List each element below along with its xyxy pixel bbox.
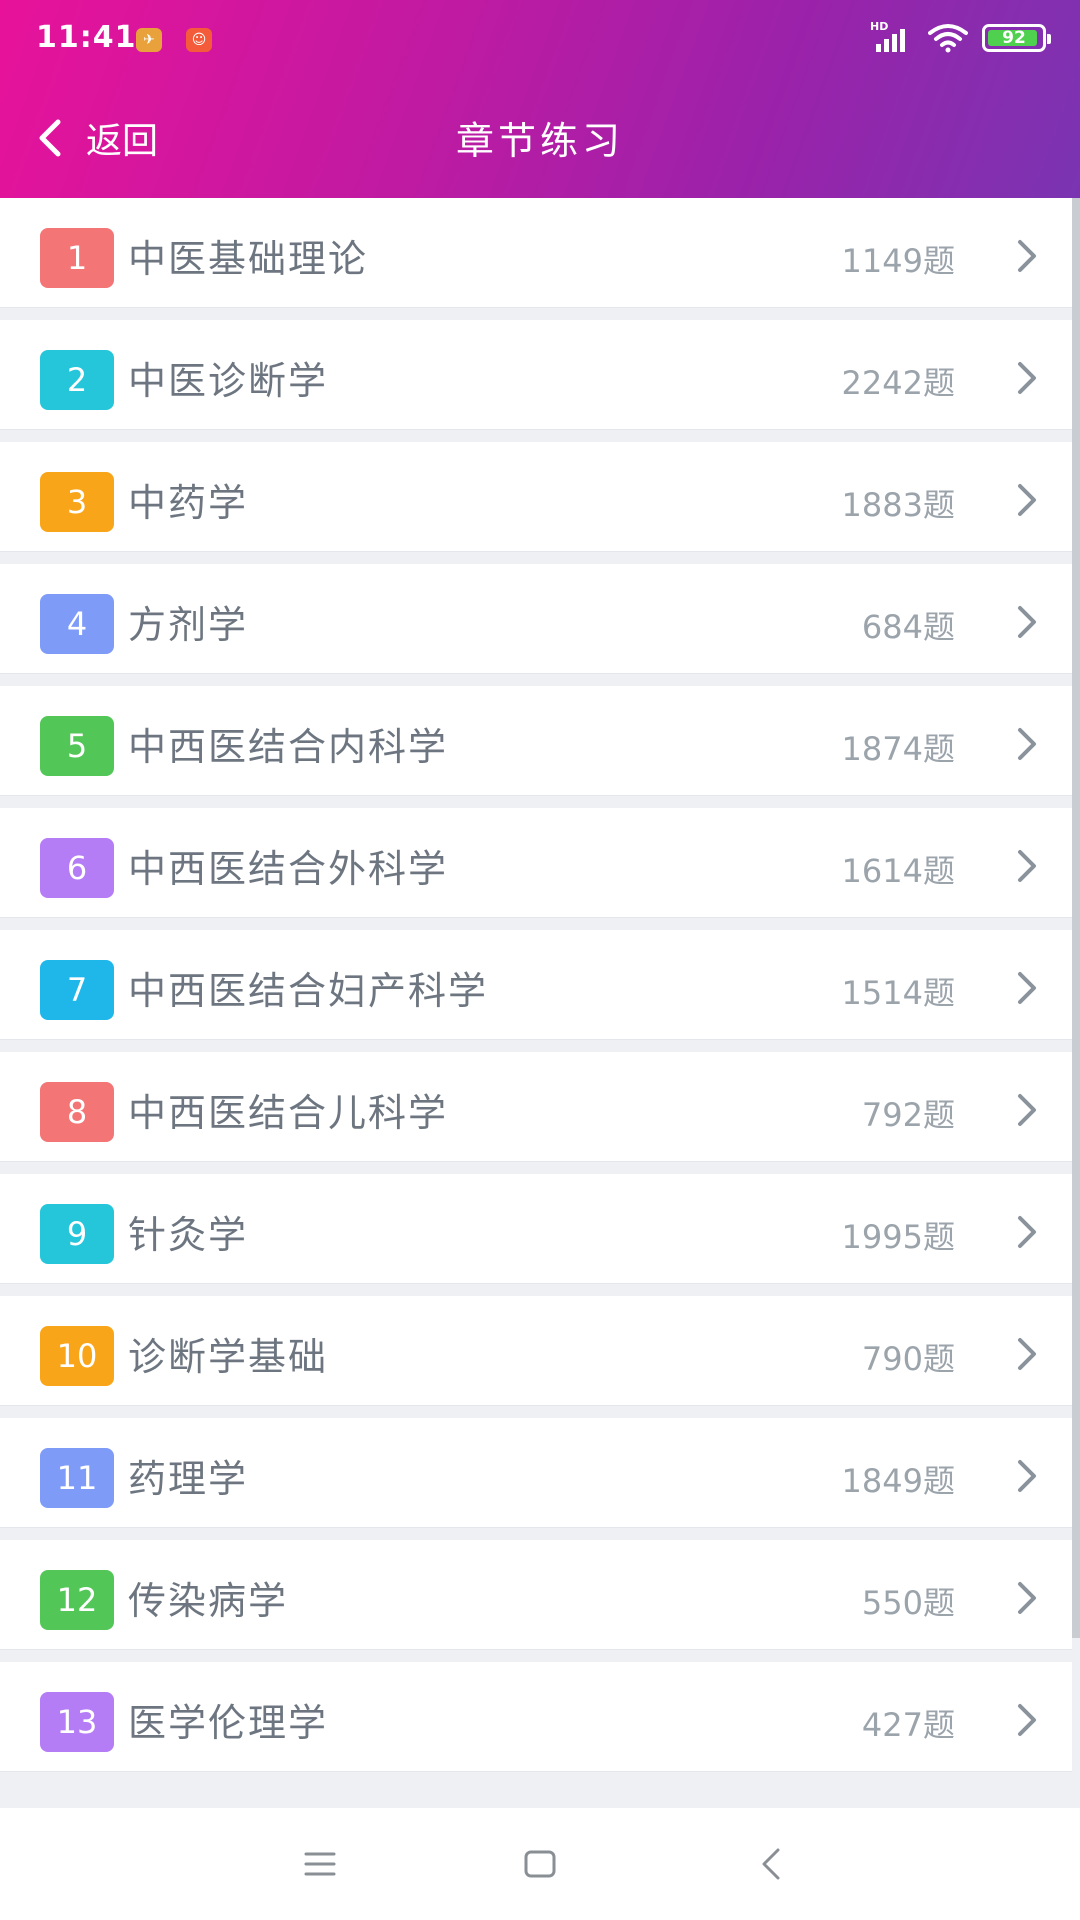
page-title: 章节练习 xyxy=(455,119,624,163)
chevron-right-icon xyxy=(1018,1338,1036,1370)
chapter-row-13[interactable]: 13 医学伦理学 427题 xyxy=(0,1662,1072,1784)
chapter-row-7[interactable]: 7 中西医结合妇产科学 1514题 xyxy=(0,930,1072,1052)
chapter-number-badge: 6 xyxy=(40,838,114,898)
chapter-title: 方剂学 xyxy=(128,603,249,647)
chapter-number-badge: 1 xyxy=(40,228,114,288)
chapter-title: 中西医结合内科学 xyxy=(128,725,449,769)
chapter-number-badge: 3 xyxy=(40,472,114,532)
question-count: 2242题 xyxy=(841,364,955,402)
question-count: 1614题 xyxy=(841,852,955,890)
battery-level: 92 xyxy=(1002,28,1026,48)
chapter-title: 传染病学 xyxy=(128,1579,289,1623)
chapter-row-11[interactable]: 11 药理学 1849题 xyxy=(0,1418,1072,1540)
status-bar: 11:41 ✈ ☺ HD 92 xyxy=(0,0,1080,80)
chapter-title: 中药学 xyxy=(128,481,249,525)
chapter-row-3[interactable]: 3 中药学 1883题 xyxy=(0,442,1072,564)
chapter-number-badge: 8 xyxy=(40,1082,114,1142)
question-count: 1874题 xyxy=(841,730,955,768)
chevron-right-icon xyxy=(1018,972,1036,1004)
chevron-right-icon xyxy=(1018,484,1036,516)
chapter-row-2[interactable]: 2 中医诊断学 2242题 xyxy=(0,320,1072,442)
question-count: 1514题 xyxy=(841,974,955,1012)
header: 11:41 ✈ ☺ HD 92 返回 章节练习 xyxy=(0,0,1080,198)
question-count: 790题 xyxy=(861,1340,955,1378)
chapter-number-badge: 11 xyxy=(40,1448,114,1508)
question-count: 550题 xyxy=(861,1584,955,1622)
home-icon[interactable] xyxy=(520,1844,560,1884)
chevron-right-icon xyxy=(1018,1216,1036,1248)
notification-app-icon: ☺ xyxy=(186,28,212,52)
cellular-signal-icon: HD xyxy=(870,20,914,54)
chevron-right-icon xyxy=(1018,240,1036,272)
chapter-number-badge: 9 xyxy=(40,1204,114,1264)
chapter-title: 中医基础理论 xyxy=(128,237,369,281)
chapter-row-5[interactable]: 5 中西医结合内科学 1874题 xyxy=(0,686,1072,808)
battery-icon: 92 xyxy=(982,24,1051,52)
chapter-row-1[interactable]: 1 中医基础理论 1149题 xyxy=(0,198,1072,320)
chapter-list: 1 中医基础理论 1149题 2 中医诊断学 2242题 3 中药学 1883题… xyxy=(0,198,1072,1784)
system-navigation-bar xyxy=(0,1808,1080,1920)
chapter-row-12[interactable]: 12 传染病学 550题 xyxy=(0,1540,1072,1662)
status-indicators: HD 92 xyxy=(870,20,1051,54)
chapter-title: 中西医结合妇产科学 xyxy=(128,969,489,1013)
question-count: 792题 xyxy=(861,1096,955,1134)
question-count: 1849题 xyxy=(841,1462,955,1500)
wifi-icon xyxy=(928,24,968,53)
chapter-title: 中西医结合儿科学 xyxy=(128,1091,449,1135)
chapter-title: 中西医结合外科学 xyxy=(128,847,449,891)
chapter-title: 中医诊断学 xyxy=(128,359,329,403)
chapter-number-badge: 7 xyxy=(40,960,114,1020)
system-back-icon[interactable] xyxy=(752,1844,792,1884)
chapter-title: 医学伦理学 xyxy=(128,1701,329,1745)
status-time: 11:41 xyxy=(36,20,137,55)
scrollbar[interactable] xyxy=(1072,198,1080,1638)
chapter-title: 针灸学 xyxy=(128,1213,249,1257)
chapter-row-8[interactable]: 8 中西医结合儿科学 792题 xyxy=(0,1052,1072,1174)
chevron-right-icon xyxy=(1018,1582,1036,1614)
chapter-number-badge: 4 xyxy=(40,594,114,654)
chapter-number-badge: 2 xyxy=(40,350,114,410)
question-count: 1995题 xyxy=(841,1218,955,1256)
chapter-row-9[interactable]: 9 针灸学 1995题 xyxy=(0,1174,1072,1296)
chevron-right-icon xyxy=(1018,850,1036,882)
chevron-right-icon xyxy=(1018,606,1036,638)
chapter-row-10[interactable]: 10 诊断学基础 790题 xyxy=(0,1296,1072,1418)
running-app-icon: ✈ xyxy=(136,28,162,52)
question-count: 684题 xyxy=(861,608,955,646)
chapter-title: 药理学 xyxy=(128,1457,249,1501)
question-count: 427题 xyxy=(861,1706,955,1744)
chapter-title: 诊断学基础 xyxy=(128,1335,329,1379)
chevron-right-icon xyxy=(1018,1460,1036,1492)
title-bar: 返回 章节练习 xyxy=(0,80,1080,198)
chapter-row-4[interactable]: 4 方剂学 684题 xyxy=(0,564,1072,686)
chevron-right-icon xyxy=(1018,1704,1036,1736)
chapter-number-badge: 5 xyxy=(40,716,114,776)
chevron-right-icon xyxy=(1018,1094,1036,1126)
chevron-right-icon xyxy=(1018,362,1036,394)
chevron-right-icon xyxy=(1018,728,1036,760)
chapter-row-6[interactable]: 6 中西医结合外科学 1614题 xyxy=(0,808,1072,930)
chapter-number-badge: 12 xyxy=(40,1570,114,1630)
menu-icon[interactable] xyxy=(300,1844,340,1884)
question-count: 1883题 xyxy=(841,486,955,524)
question-count: 1149题 xyxy=(841,242,955,280)
chapter-number-badge: 10 xyxy=(40,1326,114,1386)
chapter-number-badge: 13 xyxy=(40,1692,114,1752)
